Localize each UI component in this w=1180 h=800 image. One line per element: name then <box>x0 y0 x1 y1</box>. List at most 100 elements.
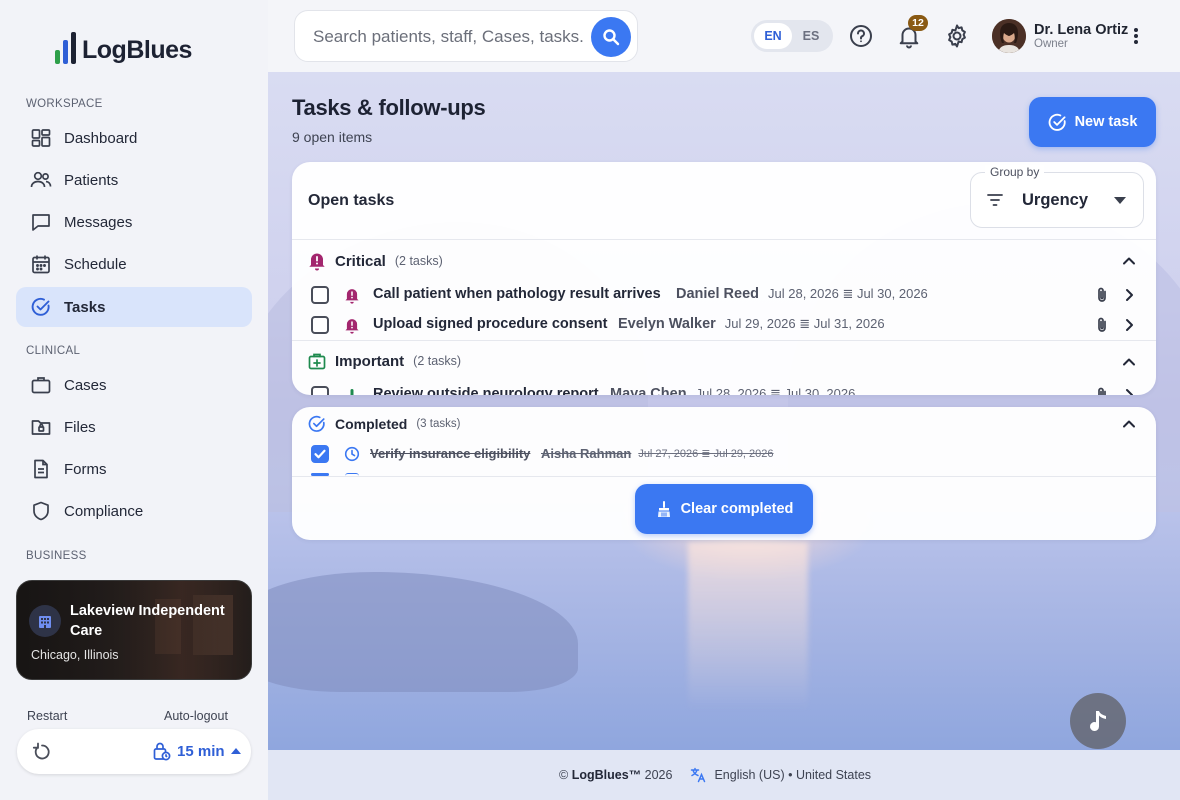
footer-language[interactable]: English (US) <box>714 768 784 782</box>
footer-year: 2026 <box>644 768 673 782</box>
alert-bell-icon <box>309 253 325 271</box>
task-title[interactable]: Review outside neurology report <box>373 386 599 395</box>
search-button[interactable] <box>591 17 631 57</box>
task-title[interactable]: Call patient when pathology result arriv… <box>373 286 661 302</box>
footer: © LogBlues™ 2026 English (US) • United S… <box>268 750 1180 800</box>
language-option-en[interactable]: EN <box>754 23 792 49</box>
open-task-button[interactable] <box>1121 316 1137 334</box>
chevron-right-icon <box>1126 319 1133 331</box>
sidebar-item-forms[interactable]: Forms <box>16 449 252 489</box>
alert-bell-icon <box>345 319 359 334</box>
task-checkbox[interactable] <box>311 316 329 334</box>
business-name: Lakeview Independent Care <box>70 603 225 639</box>
task-row: Call patient when pathology result arriv… <box>308 284 1148 306</box>
user-menu-button[interactable] <box>1128 24 1144 48</box>
collapse-important-button[interactable] <box>1120 353 1138 371</box>
settings-button[interactable] <box>944 23 970 49</box>
footer-brand: LogBlues™ <box>571 768 642 782</box>
document-icon <box>30 458 52 480</box>
briefcase-icon <box>30 374 52 396</box>
group-count: (3 tasks) <box>416 418 461 430</box>
sidebar-item-cases[interactable]: Cases <box>16 365 252 405</box>
attachment-button[interactable] <box>1094 386 1110 395</box>
translate-icon <box>691 767 706 783</box>
task-dates: Jul 28, 2026 ≣ Jul 30, 2026 <box>695 386 856 395</box>
restart-label: Restart <box>27 709 68 723</box>
music-toggle-button[interactable] <box>1070 693 1126 749</box>
help-icon <box>850 25 872 47</box>
chevron-up-icon <box>1123 420 1135 428</box>
task-title[interactable]: Verify insurance eligibility <box>370 446 530 461</box>
sidebar-item-messages[interactable]: Messages <box>16 202 252 242</box>
task-row: Upload signed procedure consent Evelyn W… <box>308 314 1148 336</box>
checkmark-icon <box>314 449 326 459</box>
group-by-value: Urgency <box>1022 191 1089 209</box>
open-task-button[interactable] <box>1121 386 1137 395</box>
task-meta: Daniel Reed Jul 28, 2026 ≣ Jul 30, 2026 <box>676 286 928 302</box>
sidebar-item-label: Schedule <box>64 255 127 273</box>
paperclip-icon <box>1098 387 1106 395</box>
task-dates: Jul 27, 2026 ≣ Jul 29, 2026 <box>638 448 774 460</box>
priority-icon <box>350 389 354 395</box>
collapse-critical-button[interactable] <box>1120 252 1138 270</box>
building-icon <box>29 605 61 637</box>
medical-kit-icon <box>308 353 326 370</box>
attachment-button[interactable] <box>1094 316 1110 334</box>
sidebar-item-schedule[interactable]: Schedule <box>16 244 252 284</box>
sidebar-item-files[interactable]: Files <box>16 407 252 447</box>
clear-completed-label: Clear completed <box>680 501 794 517</box>
message-icon <box>30 211 52 233</box>
search-icon <box>603 29 620 46</box>
user-name: Dr. Lena Ortiz <box>1034 22 1129 38</box>
logo-icon <box>55 32 76 64</box>
task-checkbox[interactable] <box>311 445 329 463</box>
autologout-label: Auto-logout <box>164 709 228 723</box>
paperclip-icon <box>1098 317 1106 332</box>
sidebar-item-patients[interactable]: Patients <box>16 160 252 200</box>
task-title[interactable]: Upload signed procedure consent <box>373 316 607 332</box>
section-label-business: BUSINESS <box>26 550 87 562</box>
task-dates: Jul 28, 2026 ≣ Jul 30, 2026 <box>768 286 928 301</box>
footer-info: © LogBlues™ 2026 English (US) • United S… <box>559 767 871 783</box>
chevron-right-icon <box>1126 389 1133 395</box>
sidebar-item-label: Forms <box>64 460 107 478</box>
search-input[interactable] <box>313 25 583 49</box>
task-checkbox[interactable] <box>311 286 329 304</box>
restart-button[interactable] <box>31 741 53 763</box>
calendar-icon <box>30 253 52 275</box>
broom-icon <box>657 501 670 517</box>
section-label-clinical: CLINICAL <box>26 345 81 357</box>
sidebar-item-tasks[interactable]: Tasks <box>16 287 252 327</box>
new-task-button[interactable]: New task <box>1029 97 1156 147</box>
attachment-button[interactable] <box>1094 286 1110 304</box>
sidebar-item-label: Messages <box>64 213 133 231</box>
auto-logout-value: 15 min <box>177 742 225 760</box>
chevron-up-icon <box>1123 358 1135 366</box>
task-checkbox[interactable] <box>311 386 329 395</box>
user-avatar-image <box>992 19 1026 53</box>
main-content: Tasks & follow-ups 9 open items New task… <box>268 72 1180 750</box>
open-task-button[interactable] <box>1121 286 1137 304</box>
check-circle-icon <box>30 296 52 318</box>
collapse-completed-button[interactable] <box>1120 415 1138 433</box>
footer-region[interactable]: United States <box>796 768 871 782</box>
logo[interactable]: LogBlues <box>55 32 192 64</box>
clear-completed-button[interactable]: Clear completed <box>635 484 813 534</box>
group-header-critical[interactable]: Critical (2 tasks) <box>308 251 443 271</box>
avatar[interactable] <box>992 19 1026 53</box>
sidebar-item-label: Patients <box>64 171 119 189</box>
help-button[interactable] <box>848 23 874 49</box>
task-assignee: Aisha Rahman <box>541 446 632 461</box>
session-controls: 15 min <box>17 729 251 774</box>
auto-logout-select[interactable]: 15 min <box>153 741 241 761</box>
group-header-important[interactable]: Important (2 tasks) <box>308 352 461 370</box>
sidebar-item-compliance[interactable]: Compliance <box>16 491 252 531</box>
add-task-icon <box>1048 113 1066 131</box>
sidebar-item-dashboard[interactable]: Dashboard <box>16 118 252 158</box>
language-option-es[interactable]: ES <box>792 23 830 49</box>
group-by-select[interactable]: Group by Urgency <box>970 165 1144 228</box>
business-card[interactable]: Lakeview Independent Care Chicago, Illin… <box>16 580 252 680</box>
sidebar-item-label: Compliance <box>64 502 144 520</box>
group-header-completed[interactable]: Completed (3 tasks) <box>308 415 460 433</box>
caret-up-icon <box>230 748 241 754</box>
